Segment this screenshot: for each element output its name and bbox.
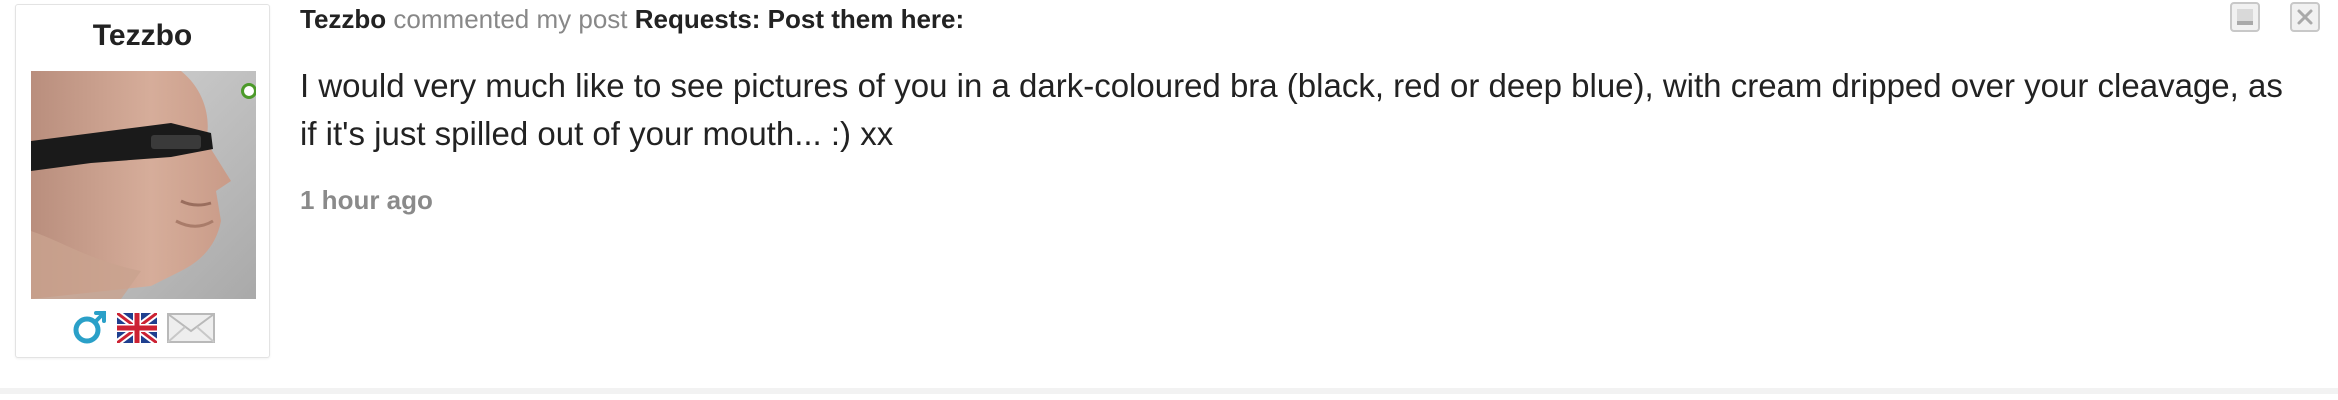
close-icon[interactable] [2290, 2, 2320, 32]
male-gender-icon [71, 310, 107, 351]
minimize-icon[interactable] [2230, 2, 2260, 32]
actor-link[interactable]: Tezzbo [300, 4, 386, 34]
profile-card: Tezzbo [15, 4, 270, 358]
mail-icon[interactable] [166, 312, 215, 348]
avatar[interactable] [31, 71, 256, 299]
divider [0, 388, 2338, 394]
timestamp: 1 hour ago [300, 185, 433, 215]
post-title-link[interactable]: Requests: Post them here: [635, 4, 964, 34]
comment-body: I would very much like to see pictures o… [300, 67, 2283, 152]
online-status-icon [241, 83, 256, 99]
comment-verb: commented my post [393, 4, 628, 34]
notification-item: Tezzbo Tezzbo commented my post Requests… [0, 0, 2338, 400]
avatar-photo [31, 71, 256, 299]
profile-icons [16, 309, 269, 351]
comment-header: Tezzbo commented my post Requests: Post … [300, 2, 964, 36]
uk-flag-icon [114, 309, 159, 348]
profile-name-link[interactable]: Tezzbo [16, 19, 269, 53]
